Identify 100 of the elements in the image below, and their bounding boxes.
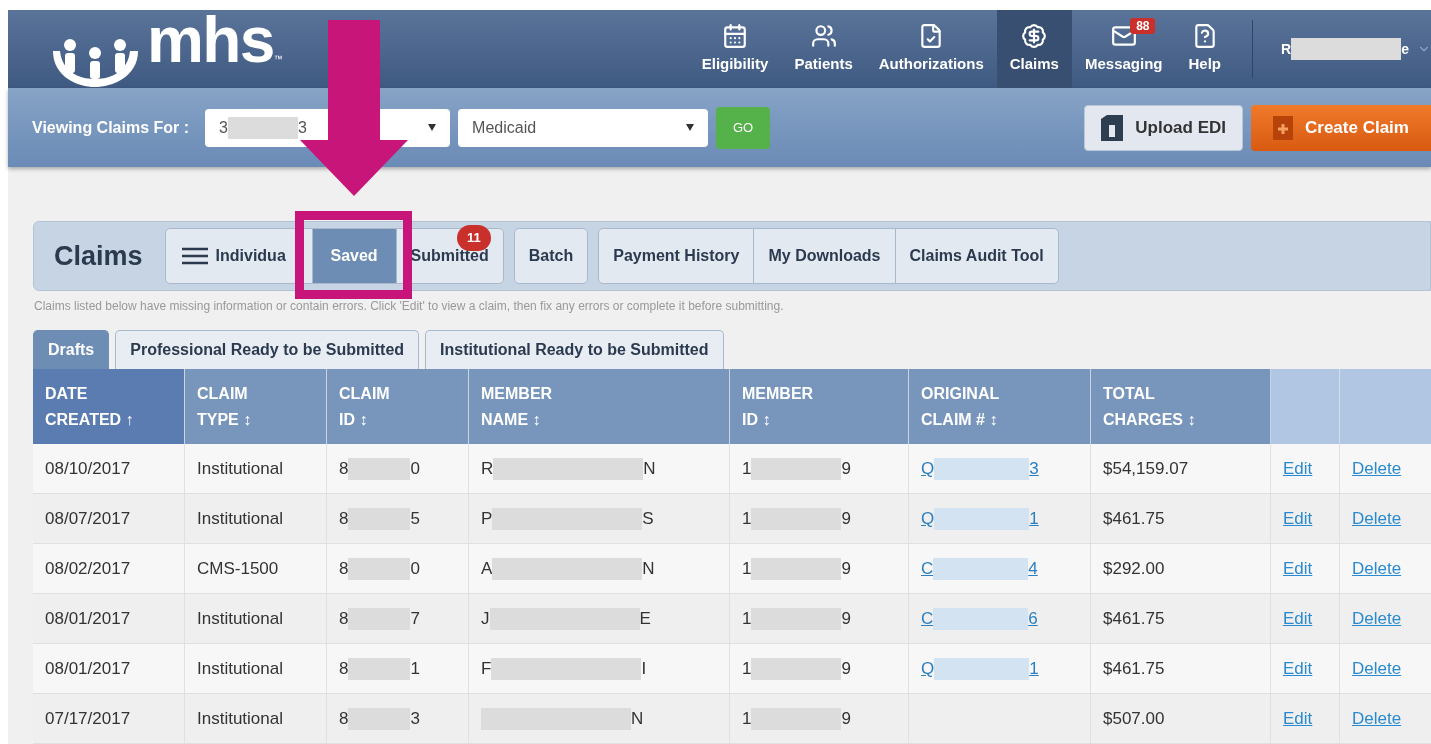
table-cell-text: 1 9 (742, 706, 851, 732)
original-claim-link[interactable]: C 6 (921, 605, 1038, 632)
table-cell-text: CMS-1500 (197, 557, 279, 580)
subtab[interactable]: Professional Ready to be Submitted (115, 330, 420, 369)
nav-item[interactable]: Eligibility (688, 10, 782, 88)
claims-tab[interactable]: Payment History (599, 229, 754, 283)
original-claim-link[interactable]: Q 3 (921, 455, 1039, 482)
table-cell-text: 8 7 (339, 606, 420, 632)
claims-tab[interactable]: Submitted 11 (395, 229, 503, 283)
table-cell-text: R N (481, 456, 656, 482)
claims-tab[interactable]: Batch (514, 229, 588, 283)
table-cell-text: F I (481, 656, 647, 682)
redaction-blur (228, 116, 298, 139)
table-cell-text: $461.75 (1103, 607, 1165, 630)
user-menu[interactable]: R e (1271, 10, 1431, 88)
edit-link[interactable]: Edit (1283, 655, 1313, 682)
table-cell-text: $54,159.07 (1103, 457, 1189, 480)
table-cell-text: 1 9 (742, 656, 851, 682)
member-number: 3 3 (219, 115, 307, 140)
user-name: R e (1281, 38, 1409, 60)
delete-link[interactable]: Delete (1352, 555, 1402, 582)
table-cell-text: 08/10/2017 (45, 457, 131, 480)
redaction-blur (348, 557, 411, 580)
nav-item[interactable]: Authorizations (865, 10, 997, 88)
menu-icon (181, 247, 208, 265)
edit-link[interactable]: Edit (1283, 705, 1313, 732)
edit-link[interactable]: Edit (1283, 505, 1313, 532)
table-cell-text: 1 9 (742, 556, 851, 582)
table-cell-text: Institutional (197, 707, 283, 730)
file-upload-icon (1101, 114, 1124, 141)
delete-link[interactable]: Delete (1352, 505, 1402, 532)
edit-link[interactable]: Edit (1283, 555, 1313, 582)
redaction-blur (348, 457, 411, 480)
table-cell-text: 1 9 (742, 606, 851, 632)
nav-item[interactable]: Help (1175, 10, 1234, 88)
delete-link[interactable]: Delete (1352, 605, 1402, 632)
create-claim-button[interactable]: Create Claim (1251, 104, 1431, 151)
nav-icon (1021, 22, 1048, 49)
upload-edi-button[interactable]: Upload EDI (1084, 104, 1243, 151)
subtab[interactable]: Drafts (33, 330, 110, 369)
redaction-blur (348, 657, 411, 680)
nav-item[interactable]: Messaging 88 (1071, 10, 1176, 88)
table-cell-text: $507.00 (1103, 707, 1165, 730)
column-header[interactable]: DATE CREATED ↑ (33, 369, 185, 444)
delete-link[interactable]: Delete (1352, 655, 1402, 682)
table-cell-text: A N (481, 556, 655, 582)
table-cell-text: $292.00 (1103, 557, 1165, 580)
edit-link[interactable]: Edit (1283, 455, 1313, 482)
viewing-label: Viewing Claims For : (32, 117, 190, 138)
edit-link[interactable]: Edit (1283, 605, 1313, 632)
panel-title: Claims (54, 239, 143, 273)
column-header[interactable]: CLAIM ID ↕ (327, 369, 469, 444)
table-cell-text: $461.75 (1103, 657, 1165, 680)
delete-link[interactable]: Delete (1352, 455, 1402, 482)
table-cell-text: J E (481, 606, 651, 632)
table-cell-text: Institutional (197, 457, 283, 480)
logo-text: mhs™ (147, 9, 282, 78)
table-cell-text: Institutional (197, 507, 283, 530)
table-cell-text: 8 1 (339, 656, 420, 682)
dropdown-caret-icon (686, 124, 695, 131)
count-badge: 88 (1130, 18, 1156, 34)
table-cell-text: P S (481, 506, 654, 532)
file-add-icon (1273, 115, 1293, 140)
claims-tab[interactable]: Saved (311, 229, 396, 283)
table-cell-text: $461.75 (1103, 507, 1165, 530)
column-header[interactable]: MEMBER NAME ↕ (469, 369, 730, 444)
table-cell-text: Institutional (197, 607, 283, 630)
go-button[interactable]: GO (716, 106, 771, 149)
delete-link[interactable]: Delete (1352, 705, 1402, 732)
help-note: Claims listed below have missing information or contain errors. Click 'Edit' to view a claim, then fix any errors or complete it before submitting. (34, 298, 785, 315)
table-cell-text: 8 0 (339, 556, 420, 582)
original-claim-link[interactable]: Q 1 (921, 505, 1039, 532)
column-header[interactable]: CLAIM TYPE ↕ (185, 369, 327, 444)
table-cell-text: 08/01/2017 (45, 657, 131, 680)
column-header[interactable]: MEMBER ID ↕ (730, 369, 909, 444)
nav-item[interactable]: Claims (996, 10, 1072, 88)
table-cell-text: 1 9 (742, 506, 851, 532)
table-cell-text: Institutional (197, 657, 283, 680)
nav-item[interactable]: Patients (781, 10, 866, 88)
table-cell-text: 8 5 (339, 506, 420, 532)
nav-icon (722, 22, 749, 49)
claims-tab[interactable]: My Downloads (753, 229, 895, 283)
table-cell-text: 8 3 (339, 706, 420, 732)
plan-select[interactable]: Medicaid (458, 108, 709, 147)
claims-tab[interactable]: Individua (165, 229, 312, 283)
table-cell-text: 8 0 (339, 456, 420, 482)
table-cell-text: 08/02/2017 (45, 557, 131, 580)
column-header[interactable]: TOTAL CHARGES ↕ (1091, 369, 1271, 444)
table-cell-text: 1 9 (742, 456, 851, 482)
table-cell-text: 07/17/2017 (45, 707, 131, 730)
table-cell: N (481, 705, 644, 732)
table-cell-text: 08/07/2017 (45, 507, 131, 530)
nav-icon (810, 22, 837, 49)
claims-tab[interactable]: Claims Audit Tool (894, 229, 1058, 283)
dropdown-caret-icon (428, 124, 437, 131)
column-header[interactable]: ORIGINAL CLAIM # ↕ (909, 369, 1091, 444)
table-cell-text: 08/01/2017 (45, 607, 131, 630)
subtab[interactable]: Institutional Ready to be Submitted (425, 330, 724, 369)
original-claim-link[interactable]: Q 1 (921, 655, 1039, 682)
original-claim-link[interactable]: C 4 (921, 555, 1038, 582)
